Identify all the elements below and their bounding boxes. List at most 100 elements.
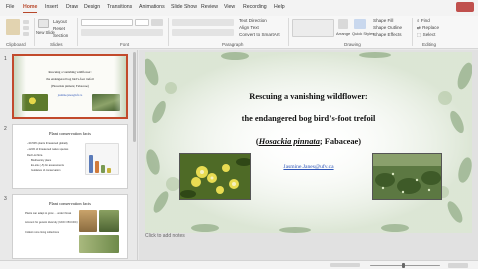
slide-thumbnail-2[interactable]: Plant conservation facts ~30-50% plants … xyxy=(12,124,128,189)
alignment-buttons[interactable] xyxy=(172,29,234,36)
thumb-bullet: Plants can adapt to grow ... under threa… xyxy=(25,212,72,215)
layout-button[interactable]: Layout xyxy=(53,19,67,24)
thumb-bullet: Collect more living collections xyxy=(25,231,60,234)
quick-styles-button[interactable]: Quick Styles xyxy=(352,31,374,36)
share-button[interactable] xyxy=(456,2,474,12)
status-bar xyxy=(0,260,478,269)
group-drawing-label: Drawing xyxy=(344,42,361,47)
shape-fill-button[interactable]: Shape Fill xyxy=(373,18,393,23)
view-buttons[interactable] xyxy=(330,263,360,267)
divider xyxy=(288,18,289,46)
tab-animations[interactable]: Animations xyxy=(139,4,165,10)
thumb-title: Plant conservation facts xyxy=(49,131,91,136)
thumb-title-line: (Hosackia pinnata; Fabaceae) xyxy=(51,84,89,88)
divider xyxy=(168,18,169,46)
thumb-bar xyxy=(107,168,111,173)
divider xyxy=(34,18,35,46)
tab-recording[interactable]: Recording xyxy=(243,4,267,10)
font-grow-shrink-icon[interactable] xyxy=(151,19,163,26)
select-button[interactable]: ⬚ Select xyxy=(417,32,435,38)
list-and-indent-buttons[interactable] xyxy=(172,19,234,26)
thumbnails-scrollbar[interactable] xyxy=(133,52,136,142)
thumb-bullet: Red List flora xyxy=(27,154,43,157)
font-size-box[interactable] xyxy=(135,19,149,26)
font-format-buttons[interactable] xyxy=(81,29,163,36)
thumb-bullet: ~124% of threatened native species xyxy=(27,148,69,151)
cut-icon[interactable] xyxy=(23,20,29,24)
divider xyxy=(412,18,413,46)
ribbon-toolbar: Clipboard New Slide Layout Reset Section… xyxy=(0,16,478,49)
thumb-bullet: Biodiversity plans xyxy=(31,159,52,162)
zoom-percentage[interactable] xyxy=(448,263,468,268)
thumb-image xyxy=(79,210,97,232)
tab-view[interactable]: View xyxy=(224,4,235,10)
tab-help[interactable]: Help xyxy=(274,4,285,10)
tab-slide-show[interactable]: Slide Show xyxy=(171,4,197,10)
leaf-border xyxy=(114,56,126,117)
tab-file[interactable]: File xyxy=(6,4,14,10)
thumb-image xyxy=(99,210,119,232)
tab-home[interactable]: Home xyxy=(23,4,38,13)
slide-title-line-1[interactable]: Rescuing a vanishing wildflower: xyxy=(145,92,472,101)
powerpoint-window: File Home Insert Draw Design Transitions… xyxy=(0,0,478,269)
copy-icon[interactable] xyxy=(23,26,29,30)
arrange-icon[interactable] xyxy=(338,19,348,29)
tab-insert[interactable]: Insert xyxy=(45,4,58,10)
leaf-border xyxy=(14,56,26,117)
notes-placeholder[interactable]: Click to add notes xyxy=(145,233,185,239)
thumb-bullet: Account for genetic diversity (IUCN / BC… xyxy=(25,221,78,224)
select-label: Select xyxy=(422,32,436,37)
tab-draw[interactable]: Draw xyxy=(66,4,78,10)
group-font-label: Font xyxy=(120,42,130,47)
slide-number: 3 xyxy=(4,196,7,202)
shape-effects-button[interactable]: Shape Effects xyxy=(373,32,402,37)
divider xyxy=(77,18,78,46)
zoom-slider[interactable] xyxy=(370,265,440,266)
slide-title-line-2[interactable]: the endangered bog bird's-foot trefoil xyxy=(145,114,472,123)
thumb-bar xyxy=(95,161,99,173)
find-label: Find xyxy=(420,18,430,23)
text-direction-button[interactable]: Text Direction xyxy=(239,18,267,23)
shape-outline-button[interactable]: Shape Outline xyxy=(373,25,402,30)
reset-button[interactable]: Reset xyxy=(53,26,65,31)
quick-styles-icon[interactable] xyxy=(354,19,366,29)
thumb-bullet: Ex-situ (~5) for assessments xyxy=(31,164,64,167)
slide-number: 2 xyxy=(4,126,7,132)
group-paragraph-label: Paragraph xyxy=(222,42,244,47)
zoom-slider-thumb[interactable] xyxy=(402,263,405,268)
section-button[interactable]: Section xyxy=(53,33,68,38)
shapes-gallery[interactable] xyxy=(292,19,334,37)
slide-thumbnail-1[interactable]: Rescuing a vanishing wildflower: the end… xyxy=(12,54,128,119)
habitat-photo xyxy=(372,153,442,200)
arrange-button[interactable]: Arrange xyxy=(336,31,350,36)
paste-icon[interactable] xyxy=(6,19,20,35)
convert-smartart-button[interactable]: Convert to SmartArt xyxy=(239,32,280,37)
replace-button[interactable]: ⇄ Replace xyxy=(417,25,439,31)
slide-number: 1 xyxy=(4,56,7,62)
slide-thumbnail-3[interactable]: Plant conservation facts Plants can adap… xyxy=(12,194,128,259)
current-slide[interactable]: Rescuing a vanishing wildflower: the end… xyxy=(145,52,472,233)
font-name-box[interactable] xyxy=(81,19,133,26)
tab-design[interactable]: Design xyxy=(84,4,100,10)
thumb-image xyxy=(79,235,119,253)
tab-transitions[interactable]: Transitions xyxy=(107,4,132,10)
species-name: Hosackia pinnata xyxy=(258,137,320,146)
thumb-bar xyxy=(89,155,93,173)
thumb-title-line: Rescuing a vanishing wildflower: xyxy=(48,70,92,74)
replace-label: Replace xyxy=(422,25,439,30)
align-text-button[interactable]: Align Text xyxy=(239,25,259,30)
group-clipboard-label: Clipboard xyxy=(6,42,26,47)
thumb-title-line: the endangered bog bird's-foot trefoil xyxy=(46,77,94,81)
new-slide-icon[interactable] xyxy=(38,19,49,28)
format-painter-icon[interactable] xyxy=(23,32,29,36)
tab-review[interactable]: Review xyxy=(201,4,218,10)
thumb-title: Plant conservation facts xyxy=(49,201,91,206)
thumb-bullet: ~30-50% plants threatened globally xyxy=(27,142,68,145)
family-name: ; Fabaceae) xyxy=(319,137,362,146)
slide-title-line-3[interactable]: (Hosackia pinnata; Fabaceae) xyxy=(145,137,472,146)
ribbon-tab-bar: File Home Insert Draw Design Transitions… xyxy=(0,0,478,16)
find-button[interactable]: ⌕ Find xyxy=(417,18,430,23)
group-editing-label: Editing xyxy=(422,42,437,47)
slide-thumbnails-pane[interactable]: 1 Rescuing a vanishing wildflower: the e… xyxy=(0,50,138,260)
slide-editing-area: Rescuing a vanishing wildflower: the end… xyxy=(139,50,478,260)
